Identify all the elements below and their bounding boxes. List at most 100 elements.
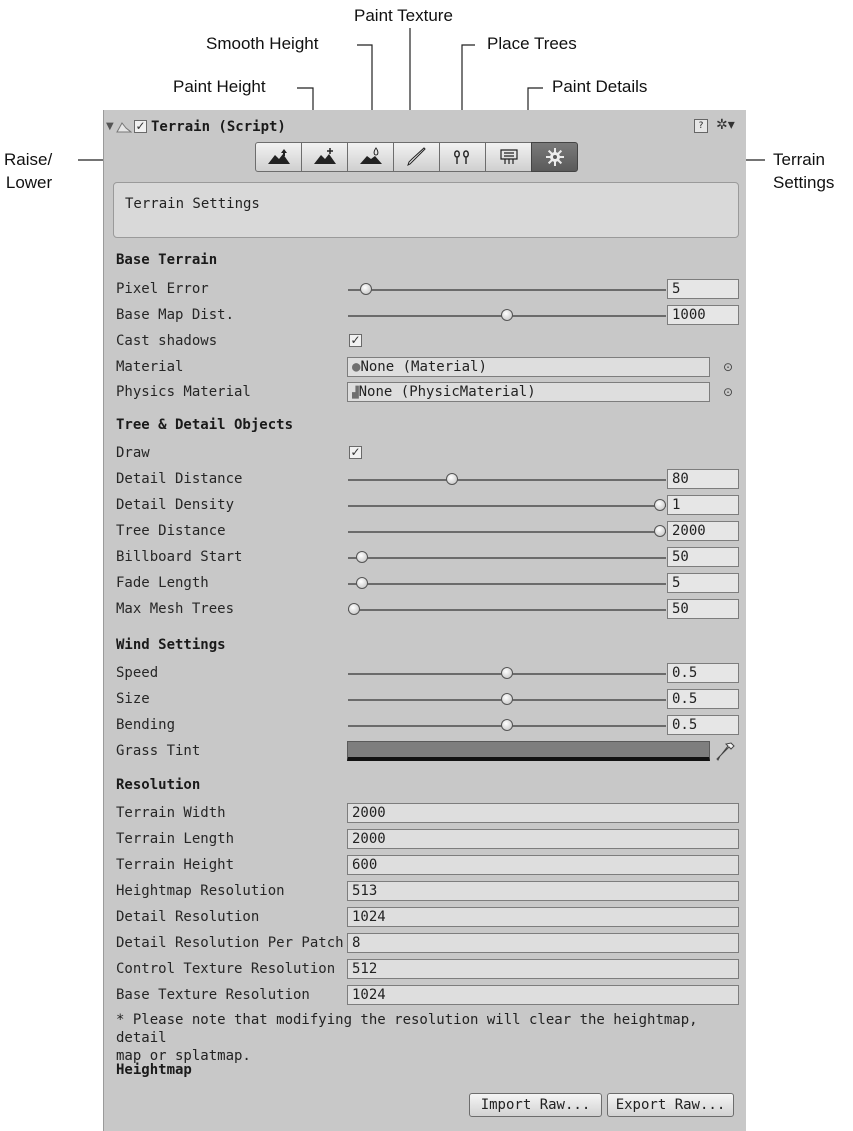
wind-size-slider[interactable] <box>348 693 666 705</box>
tree-distance-field[interactable]: 2000 <box>667 521 739 541</box>
material-picker-icon[interactable]: ⊙ <box>723 360 733 374</box>
cast-shadows-checkbox[interactable]: ✓ <box>349 334 362 347</box>
wind-bending-slider[interactable] <box>348 719 666 731</box>
detail-resolution-field[interactable]: 1024 <box>347 907 739 927</box>
heightmap-button-row: Import Raw... Export Raw... <box>104 1093 747 1119</box>
draw-checkbox[interactable]: ✓ <box>349 446 362 459</box>
pixel-error-field[interactable]: 5 <box>667 279 739 299</box>
section-wind-settings: Wind Settings <box>116 637 226 653</box>
pixel-error-label: Pixel Error <box>116 281 209 297</box>
pixel-error-slider[interactable] <box>348 283 666 295</box>
slider-thumb[interactable] <box>360 283 372 295</box>
wind-speed-field[interactable]: 0.5 <box>667 663 739 683</box>
fade-length-field[interactable]: 5 <box>667 573 739 593</box>
detail-density-field[interactable]: 1 <box>667 495 739 515</box>
physics-material-label: Physics Material <box>116 384 251 400</box>
detail-distance-field[interactable]: 80 <box>667 469 739 489</box>
row-terrain-width: Terrain Width 2000 <box>116 803 739 825</box>
max-mesh-trees-slider[interactable] <box>348 603 666 615</box>
terrain-settings-tool-button[interactable] <box>531 142 578 172</box>
help-book-icon[interactable]: ? <box>694 119 708 133</box>
row-terrain-length: Terrain Length 2000 <box>116 829 739 851</box>
wind-speed-label: Speed <box>116 665 159 681</box>
resolution-warning-note: * Please note that modifying the resolut… <box>116 1011 746 1065</box>
import-raw-button[interactable]: Import Raw... <box>469 1093 602 1117</box>
billboard-start-field[interactable]: 50 <box>667 547 739 567</box>
terrain-settings-help-box: Terrain Settings <box>113 182 739 238</box>
billboard-start-slider[interactable] <box>348 551 666 563</box>
material-label: Material <box>116 359 184 375</box>
base-texture-resolution-label: Base Texture Resolution <box>116 987 310 1003</box>
row-physics-material: Physics Material ▟None (PhysicMaterial) … <box>116 382 736 404</box>
slider-thumb[interactable] <box>501 667 513 679</box>
place-trees-tool-button[interactable] <box>439 142 486 172</box>
control-texture-resolution-field[interactable]: 512 <box>347 959 739 979</box>
wind-bending-field[interactable]: 0.5 <box>667 715 739 735</box>
paint-texture-tool-button[interactable] <box>393 142 440 172</box>
component-enabled-checkbox[interactable]: ✓ <box>134 120 147 133</box>
base-map-dist-slider[interactable] <box>348 309 666 321</box>
physics-material-picker-icon[interactable]: ⊙ <box>723 385 733 399</box>
slider-thumb[interactable] <box>501 693 513 705</box>
raise-lower-tool-button[interactable] <box>255 142 302 172</box>
row-control-texture-resolution: Control Texture Resolution 512 <box>116 959 739 981</box>
paint-height-tool-button[interactable] <box>301 142 348 172</box>
smooth-height-icon <box>359 147 382 164</box>
component-settings-gear-icon[interactable]: ✲▾ <box>716 117 735 133</box>
terrain-width-label: Terrain Width <box>116 805 226 821</box>
row-max-mesh-trees: Max Mesh Trees 50 <box>116 599 739 621</box>
component-title: Terrain (Script) <box>151 119 286 135</box>
slider-thumb[interactable] <box>501 309 513 321</box>
physic-material-icon: ▟ <box>352 386 359 399</box>
detail-density-slider[interactable] <box>348 499 666 511</box>
base-texture-resolution-field[interactable]: 1024 <box>347 985 739 1005</box>
raise-lower-icon <box>267 149 290 164</box>
section-tree-detail-objects: Tree & Detail Objects <box>116 417 294 433</box>
terrain-length-label: Terrain Length <box>116 831 235 847</box>
grass-tint-color-field[interactable] <box>347 741 710 761</box>
detail-distance-slider[interactable] <box>348 473 666 485</box>
slider-thumb[interactable] <box>348 603 360 615</box>
terrain-width-field[interactable]: 2000 <box>347 803 739 823</box>
foldout-arrow-icon[interactable]: ▼ <box>106 121 114 132</box>
material-object-field[interactable]: ●None (Material) <box>347 357 710 377</box>
row-heightmap-resolution: Heightmap Resolution 513 <box>116 881 739 903</box>
max-mesh-trees-label: Max Mesh Trees <box>116 601 235 617</box>
fade-length-slider[interactable] <box>348 577 666 589</box>
row-billboard-start: Billboard Start 50 <box>116 547 739 569</box>
base-map-dist-field[interactable]: 1000 <box>667 305 739 325</box>
slider-thumb[interactable] <box>356 551 368 563</box>
slider-thumb[interactable] <box>654 499 666 511</box>
terrain-tool-toolbar <box>255 142 585 172</box>
slider-thumb[interactable] <box>654 525 666 537</box>
physics-material-value: None (PhysicMaterial) <box>358 384 536 400</box>
wind-speed-slider[interactable] <box>348 667 666 679</box>
smooth-height-tool-button[interactable] <box>347 142 394 172</box>
tree-icon <box>453 150 469 164</box>
tree-distance-slider[interactable] <box>348 525 666 537</box>
callout-raise-lower: Raise/Lower <box>4 150 53 192</box>
slider-thumb[interactable] <box>501 719 513 731</box>
paint-details-tool-button[interactable] <box>485 142 532 172</box>
physics-material-object-field[interactable]: ▟None (PhysicMaterial) <box>347 382 710 402</box>
eyedropper-icon[interactable] <box>714 741 736 763</box>
wind-size-field[interactable]: 0.5 <box>667 689 739 709</box>
material-value: None (Material) <box>360 359 487 375</box>
wind-bending-label: Bending <box>116 717 176 733</box>
terrain-length-field[interactable]: 2000 <box>347 829 739 849</box>
row-tree-distance: Tree Distance 2000 <box>116 521 739 543</box>
heightmap-resolution-field[interactable]: 513 <box>347 881 739 901</box>
export-raw-button[interactable]: Export Raw... <box>607 1093 734 1117</box>
row-wind-size: Size 0.5 <box>116 689 739 711</box>
detail-resolution-per-patch-field[interactable]: 8 <box>347 933 739 953</box>
draw-label: Draw <box>116 445 150 461</box>
row-detail-distance: Detail Distance 80 <box>116 469 739 491</box>
detail-density-label: Detail Density <box>116 497 235 513</box>
slider-thumb[interactable] <box>356 577 368 589</box>
slider-thumb[interactable] <box>446 473 458 485</box>
section-heightmap: Heightmap <box>116 1062 192 1078</box>
callout-terrain-settings: Terrain Settings <box>773 150 835 192</box>
brush-icon <box>406 147 426 166</box>
max-mesh-trees-field[interactable]: 50 <box>667 599 739 619</box>
terrain-height-field[interactable]: 600 <box>347 855 739 875</box>
